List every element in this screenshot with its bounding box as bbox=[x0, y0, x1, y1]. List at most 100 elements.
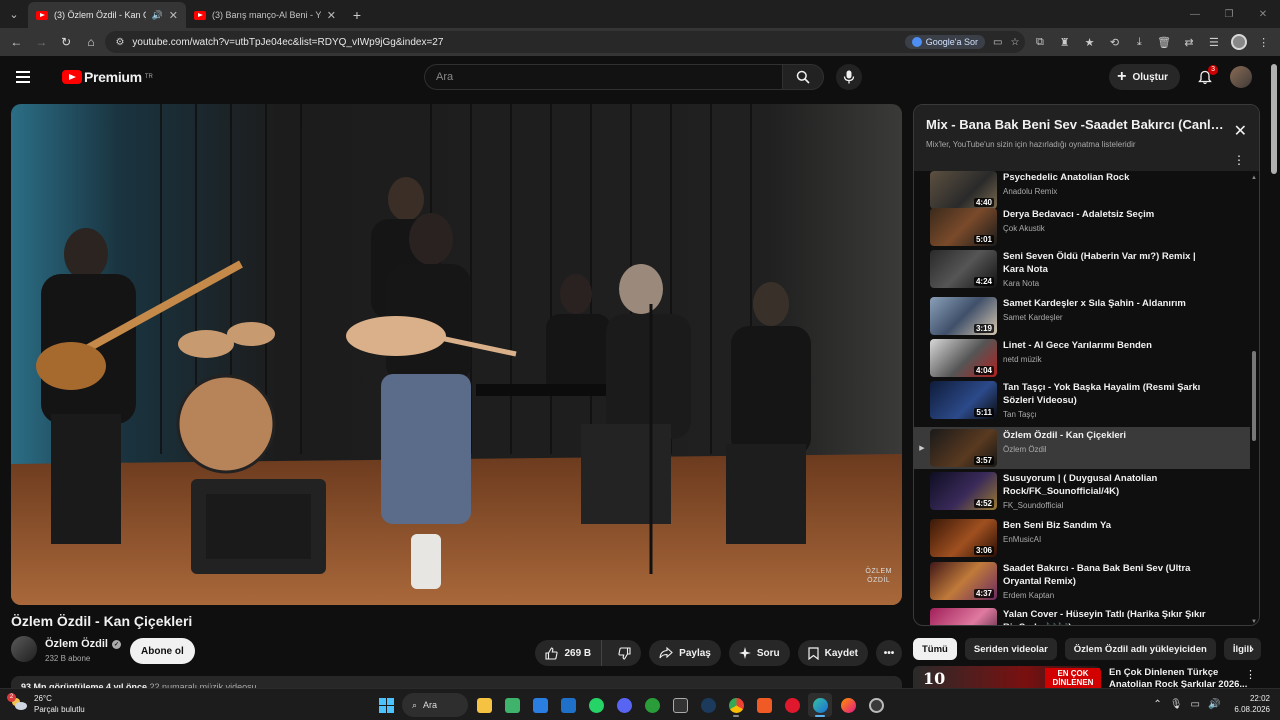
taskbar-apps: ⌕ Ara bbox=[374, 693, 888, 717]
menu-icon[interactable] bbox=[16, 65, 40, 89]
voice-search-button[interactable] bbox=[836, 64, 862, 90]
like-button[interactable]: 269 B bbox=[535, 640, 603, 666]
microphone-icon[interactable]: 🎙 bbox=[1170, 699, 1183, 710]
playlist-item[interactable]: 4:40 Psychedelic Anatolian Rock Anadolu R… bbox=[914, 171, 1250, 211]
chip-series[interactable]: Seriden videolar bbox=[964, 638, 1057, 660]
close-tab-icon[interactable]: ✕ bbox=[169, 9, 178, 22]
playlist-item[interactable]: 5:11 Tan Taşçı - Yok Başka Hayalim (Resm… bbox=[914, 379, 1250, 421]
ask-button[interactable]: Soru bbox=[728, 640, 790, 666]
audio-playing-icon[interactable]: 🔊 bbox=[152, 10, 163, 21]
discord-icon[interactable] bbox=[612, 693, 636, 717]
browser-tab[interactable]: (3) Barış manço-Al Beni - YouTube ✕ bbox=[186, 2, 344, 28]
new-tab-button[interactable]: + bbox=[344, 2, 370, 28]
epic-games-icon[interactable] bbox=[668, 693, 692, 717]
back-icon[interactable]: ← bbox=[6, 31, 27, 53]
volume-icon[interactable]: 🔊 bbox=[1208, 699, 1220, 710]
restore-icon[interactable]: ❐ bbox=[1212, 0, 1246, 28]
chip-all[interactable]: Tümü bbox=[913, 638, 957, 660]
widgets-app-icon[interactable] bbox=[500, 693, 524, 717]
minimize-icon[interactable]: — bbox=[1178, 0, 1212, 28]
playlist-item[interactable]: 4:52 Susuyorum | ( Duygusal Anatolian Ro… bbox=[914, 470, 1250, 512]
scroll-thumb[interactable] bbox=[1252, 351, 1256, 441]
cast-icon[interactable]: ▭ bbox=[993, 37, 1002, 48]
dislike-button[interactable] bbox=[608, 640, 641, 666]
notifications-button[interactable]: 3 bbox=[1192, 64, 1218, 90]
favorites-icon[interactable]: ★ bbox=[1079, 31, 1100, 53]
playlist-item[interactable]: 3:19 Samet Kardeşler x Sıla Şahin - Alda… bbox=[914, 295, 1250, 337]
playlist-item[interactable]: 4:04 Linet - Al Gece Yarılarımı Benden ne… bbox=[914, 337, 1250, 379]
extension-icon[interactable]: ♜ bbox=[1054, 31, 1075, 53]
chip-related[interactable]: İlgili bbox=[1223, 638, 1261, 660]
firefox-icon[interactable] bbox=[836, 693, 860, 717]
create-button[interactable]: + Oluştur bbox=[1109, 64, 1180, 90]
playlist-title[interactable]: Mix - Bana Bak Beni Sev -Saadet Bakırcı … bbox=[926, 117, 1226, 132]
chrome-icon[interactable] bbox=[724, 693, 748, 717]
close-tab-icon[interactable]: ✕ bbox=[327, 9, 336, 22]
close-playlist-icon[interactable]: ✕ bbox=[1234, 121, 1247, 141]
google-ask-button[interactable]: Google'a Sor bbox=[904, 35, 986, 49]
account-avatar[interactable] bbox=[1230, 66, 1252, 88]
video-thumbnail: 4:24 bbox=[930, 250, 997, 288]
browser-menu-icon[interactable]: ⋮ bbox=[1253, 31, 1274, 53]
outlook-icon[interactable] bbox=[556, 693, 580, 717]
forward-icon[interactable]: → bbox=[31, 31, 52, 53]
weather-widget[interactable]: 2 26°C Parçalı bulutlu bbox=[7, 693, 85, 715]
scroll-up-icon[interactable]: ▲ bbox=[1251, 175, 1257, 181]
edge-icon[interactable] bbox=[808, 693, 832, 717]
brave-icon[interactable] bbox=[752, 693, 776, 717]
translate-icon[interactable]: ⇄ bbox=[1179, 31, 1200, 53]
network-icon[interactable]: ▭ bbox=[1191, 699, 1200, 710]
channel-name-link[interactable]: Özlem Özdil ✓ bbox=[45, 638, 121, 650]
chip-uploader[interactable]: Özlem Özdil adlı yükleyiciden bbox=[1064, 638, 1216, 660]
page-scrollbar[interactable] bbox=[1268, 56, 1280, 688]
start-button[interactable] bbox=[374, 693, 398, 717]
playlist-item[interactable]: 3:06 Ben Seni Biz Sandım Ya EnMusicAI bbox=[914, 517, 1250, 559]
bookmark-star-icon[interactable]: ☆ bbox=[1010, 37, 1019, 48]
playlist-item-current[interactable]: ▶ 3:57 Özlem Özdil - Kan Çiçekleri Özlem … bbox=[914, 427, 1250, 469]
scroll-down-icon[interactable]: ▼ bbox=[1251, 619, 1257, 625]
file-explorer-icon[interactable] bbox=[472, 693, 496, 717]
video-player[interactable]: ÖZLEM ÖZDİL bbox=[11, 104, 902, 605]
site-info-icon[interactable]: ⚙ bbox=[115, 37, 124, 48]
browser-tab-active[interactable]: (3) Özlem Özdil - Kan Çiçekleri 🔊 ✕ bbox=[28, 2, 186, 28]
opera-icon[interactable] bbox=[780, 693, 804, 717]
playlist-item[interactable]: 5:01 Derya Bedavacı - Adaletsiz Seçim Çok… bbox=[914, 206, 1250, 248]
xbox-icon[interactable] bbox=[640, 693, 664, 717]
whatsapp-icon[interactable] bbox=[584, 693, 608, 717]
trash-icon[interactable]: 🗑 bbox=[1154, 31, 1175, 53]
clock[interactable]: 22:02 6.08.2026 bbox=[1234, 693, 1270, 715]
playlist-item[interactable]: Yalan Cover - Hüseyin Tatlı (Harika Şıkı… bbox=[914, 606, 1250, 625]
share-label: Paylaş bbox=[679, 647, 711, 659]
youtube-premium-logo[interactable]: Premium TR bbox=[62, 69, 153, 85]
settings-gear-icon[interactable] bbox=[864, 693, 888, 717]
chevron-up-icon[interactable]: ⌃ bbox=[1153, 699, 1161, 710]
taskbar-search[interactable]: ⌕ Ara bbox=[402, 693, 468, 717]
more-actions-button[interactable]: ••• bbox=[876, 640, 902, 666]
channel-row: Özlem Özdil ✓ 232 B abone Abone ol 269 B … bbox=[11, 636, 902, 666]
search-button[interactable] bbox=[782, 64, 824, 90]
share-button[interactable]: Paylaş bbox=[649, 640, 721, 666]
history-icon[interactable]: ⟲ bbox=[1104, 31, 1125, 53]
home-icon[interactable]: ⌂ bbox=[81, 31, 102, 53]
playlist-item[interactable]: 4:37 Saadet Bakırcı - Bana Bak Beni Sev … bbox=[914, 560, 1250, 602]
reading-list-icon[interactable]: ☰ bbox=[1203, 31, 1224, 53]
save-button[interactable]: Kaydet bbox=[797, 640, 868, 666]
page-scroll-thumb[interactable] bbox=[1271, 64, 1277, 174]
close-window-icon[interactable]: ✕ bbox=[1246, 0, 1280, 28]
subscribe-button[interactable]: Abone ol bbox=[130, 638, 195, 664]
playlist-scrollbar[interactable]: ▲ ▼ bbox=[1251, 175, 1257, 625]
download-icon[interactable]: ⤓ bbox=[1129, 31, 1150, 53]
channel-avatar[interactable] bbox=[11, 636, 37, 662]
extensions-icon[interactable]: ⧉ bbox=[1029, 31, 1050, 53]
tab-search-button[interactable]: ⌄ bbox=[0, 0, 28, 28]
playlist-more-icon[interactable]: ⋮ bbox=[1233, 153, 1245, 167]
steam-icon[interactable] bbox=[696, 693, 720, 717]
store-icon[interactable] bbox=[528, 693, 552, 717]
address-bar[interactable]: ⚙ youtube.com/watch?v=utbTpJe04ec&list=R… bbox=[105, 31, 1026, 53]
more-vertical-icon[interactable]: ⋮ bbox=[1245, 668, 1256, 681]
chevron-right-icon[interactable]: › bbox=[1249, 640, 1254, 656]
reload-icon[interactable]: ↻ bbox=[56, 31, 77, 53]
profile-icon[interactable] bbox=[1228, 31, 1249, 53]
playlist-item[interactable]: 4:24 Seni Seven Öldü (Haberin Var mı?) R… bbox=[914, 248, 1250, 290]
search-input[interactable] bbox=[424, 64, 782, 90]
